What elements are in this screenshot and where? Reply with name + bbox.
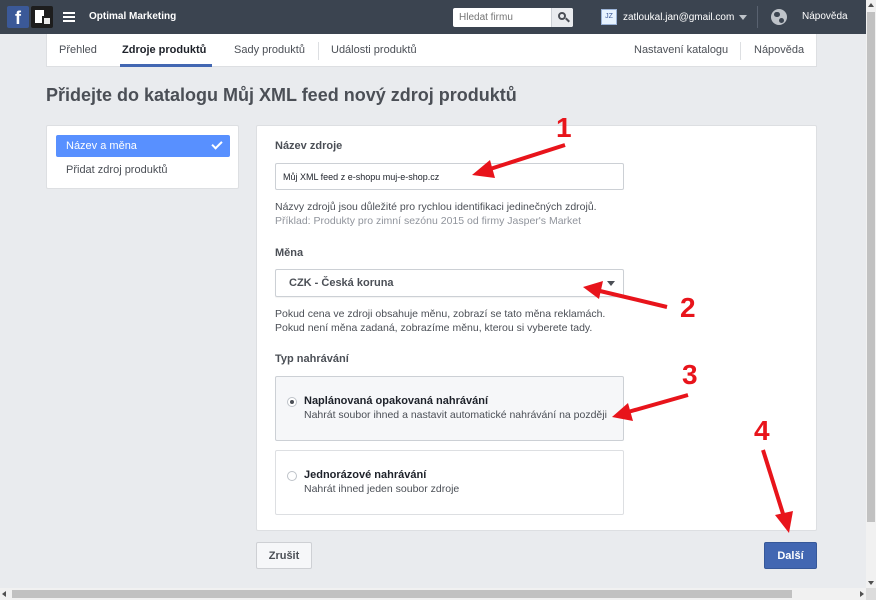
user-email: zatloukal.jan@gmail.com — [623, 11, 735, 23]
upload-option-single[interactable]: Jednorázové nahrávání Nahrát ihned jeden… — [275, 450, 624, 515]
business-name[interactable]: Optimal Marketing — [89, 11, 176, 22]
tab-product-sets[interactable]: Sady produktů — [234, 44, 305, 56]
steps-nav: Název a měna Přidat zdroj produktů — [46, 125, 239, 189]
top-bar: f Optimal Marketing JZ zatloukal.jan@gma… — [0, 0, 866, 34]
upload-type-label: Typ nahrávání — [275, 353, 349, 365]
avatar: JZ — [601, 9, 617, 25]
active-tab-indicator — [120, 64, 212, 67]
tab-help[interactable]: Nápověda — [754, 44, 804, 56]
scroll-thumb[interactable] — [12, 590, 792, 598]
account-menu[interactable]: JZ zatloukal.jan@gmail.com — [601, 8, 748, 26]
currency-value: CZK - Česká koruna — [289, 277, 394, 289]
step-label: Název a měna — [66, 140, 137, 152]
option-title: Jednorázové nahrávání — [304, 469, 427, 481]
option-title: Naplánovaná opakovaná nahrávání — [304, 395, 489, 407]
search-button[interactable] — [551, 8, 573, 27]
upload-option-scheduled[interactable]: Naplánovaná opakovaná nahrávání Nahrát s… — [275, 376, 624, 441]
check-icon — [211, 138, 223, 150]
facebook-logo-icon[interactable]: f — [7, 6, 29, 28]
feed-name-label: Název zdroje — [275, 140, 343, 152]
scroll-right-icon[interactable] — [860, 591, 864, 597]
menu-icon[interactable] — [63, 12, 75, 22]
chevron-down-icon — [607, 281, 615, 286]
feed-name-hint: Názvy zdrojů jsou důležité pro rychlou i… — [275, 201, 597, 213]
scroll-left-icon[interactable] — [2, 591, 6, 597]
cancel-button[interactable]: Zrušit — [256, 542, 312, 569]
business-manager-logo-icon[interactable] — [31, 6, 53, 28]
tab-overview[interactable]: Přehled — [59, 44, 97, 56]
catalog-tabs: Přehled Zdroje produktů Sady produktů Ud… — [46, 34, 817, 67]
tab-product-feeds[interactable]: Zdroje produktů — [122, 44, 206, 56]
chevron-down-icon — [739, 14, 748, 20]
option-description: Nahrát soubor ihned a nastavit automatic… — [304, 409, 607, 421]
currency-hint-2: Pokud není měna zadaná, zobrazíme měnu, … — [275, 322, 593, 334]
tab-catalog-settings[interactable]: Nastavení katalogu — [634, 44, 728, 56]
scroll-up-icon[interactable] — [868, 3, 874, 7]
feed-name-input[interactable] — [275, 163, 624, 190]
vertical-scrollbar[interactable] — [866, 0, 876, 588]
radio-selected[interactable] — [287, 397, 297, 407]
radio-unselected[interactable] — [287, 471, 297, 481]
currency-label: Měna — [275, 247, 304, 259]
currency-hint-1: Pokud cena ve zdroji obsahuje měnu, zobr… — [275, 308, 606, 320]
currency-select[interactable]: CZK - Česká koruna — [275, 269, 624, 297]
scroll-thumb[interactable] — [867, 12, 875, 522]
option-description: Nahrát ihned jeden soubor zdroje — [304, 483, 460, 495]
divider — [757, 6, 758, 28]
scroll-down-icon[interactable] — [868, 581, 874, 585]
search-input[interactable] — [453, 8, 551, 27]
globe-icon[interactable] — [771, 9, 787, 25]
horizontal-scrollbar[interactable] — [0, 588, 866, 600]
feed-name-example: Příklad: Produkty pro zimní sezónu 2015 … — [275, 215, 582, 227]
next-button[interactable]: Další — [764, 542, 817, 569]
tab-product-events[interactable]: Události produktů — [331, 44, 417, 56]
page-title: Přidejte do katalogu Můj XML feed nový z… — [46, 85, 517, 105]
step-add-product-feed[interactable]: Přidat zdroj produktů — [66, 164, 168, 176]
scrollbar-corner — [866, 588, 876, 600]
search-box — [453, 8, 573, 27]
step-name-and-currency[interactable]: Název a měna — [56, 135, 230, 157]
help-link[interactable]: Nápověda — [802, 11, 848, 22]
feed-form: Název zdroje Názvy zdrojů jsou důležité … — [256, 125, 817, 531]
